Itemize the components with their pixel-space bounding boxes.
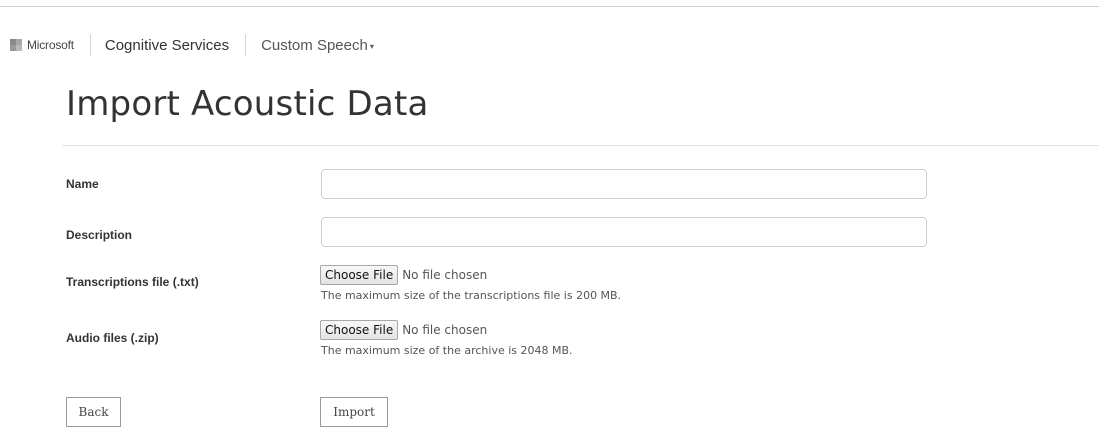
page-title: Import Acoustic Data bbox=[66, 84, 429, 124]
back-button[interactable]: Back bbox=[66, 397, 121, 427]
transcriptions-file-picker: Choose File No file chosen bbox=[320, 265, 487, 285]
name-label: Name bbox=[66, 177, 99, 191]
import-button[interactable]: Import bbox=[320, 397, 388, 427]
nav-divider bbox=[245, 34, 247, 56]
description-label: Description bbox=[66, 228, 133, 242]
top-divider bbox=[0, 6, 1099, 7]
description-input[interactable] bbox=[321, 217, 927, 247]
name-input[interactable] bbox=[321, 169, 927, 199]
microsoft-brand[interactable]: Microsoft bbox=[10, 38, 74, 52]
import-acoustic-data-page: Microsoft Cognitive Services Custom Spee… bbox=[0, 0, 1099, 428]
audio-file-picker: Choose File No file chosen bbox=[320, 320, 487, 340]
product-link[interactable]: Cognitive Services bbox=[105, 37, 229, 54]
top-nav: Microsoft Cognitive Services Custom Spee… bbox=[10, 33, 374, 57]
brand-label: Microsoft bbox=[27, 38, 74, 52]
transcriptions-size-hint: The maximum size of the transcriptions f… bbox=[321, 289, 622, 302]
nav-divider bbox=[89, 34, 91, 56]
custom-speech-menu-label: Custom Speech bbox=[261, 36, 368, 54]
audio-choose-file-button[interactable]: Choose File bbox=[320, 320, 399, 340]
transcriptions-file-status: No file chosen bbox=[402, 268, 488, 282]
microsoft-logo-icon bbox=[10, 39, 22, 51]
audio-file-status: No file chosen bbox=[402, 323, 488, 337]
transcriptions-file-label: Transcriptions file (.txt) bbox=[66, 275, 199, 289]
custom-speech-menu[interactable]: Custom Speech ▾ bbox=[261, 37, 374, 54]
chevron-down-icon: ▾ bbox=[369, 41, 374, 51]
transcriptions-choose-file-button[interactable]: Choose File bbox=[320, 265, 399, 285]
title-divider bbox=[62, 145, 1099, 146]
audio-files-label: Audio files (.zip) bbox=[66, 331, 159, 345]
audio-size-hint: The maximum size of the archive is 2048 … bbox=[321, 344, 573, 357]
